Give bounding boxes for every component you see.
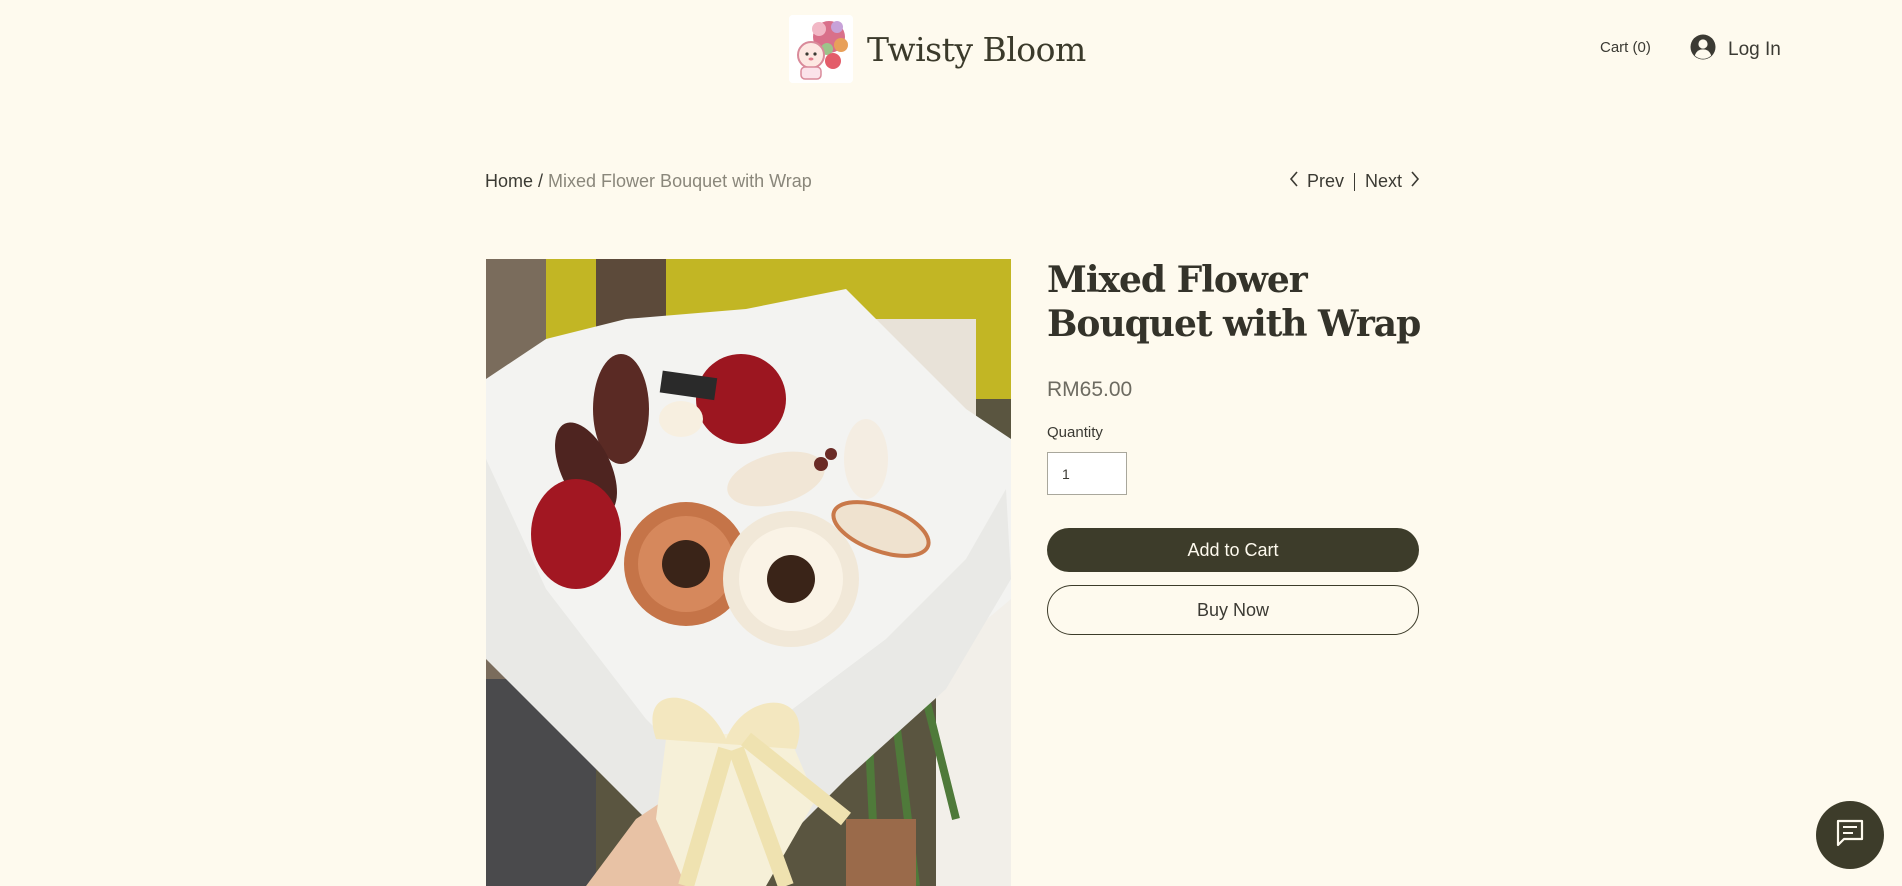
buy-now-button[interactable]: Buy Now [1047,585,1419,635]
next-label: Next [1364,171,1402,191]
product-title: Mixed Flower Bouquet with Wrap [1047,259,1421,345]
chat-button[interactable] [1816,801,1884,869]
product-pager: Prev Next [1289,171,1420,192]
product-image[interactable] [486,259,1011,886]
chevron-right-icon [1410,171,1420,192]
account-circle-icon [1690,34,1716,65]
breadcrumb-home-link[interactable]: Home [485,171,533,191]
chat-icon [1834,817,1866,854]
quantity-label: Quantity [1047,424,1103,441]
login-label: Log In [1728,38,1781,60]
breadcrumb-current: Mixed Flower Bouquet with Wrap [548,171,812,191]
quantity-input[interactable] [1047,452,1127,495]
prev-label: Prev [1306,171,1344,191]
breadcrumb-separator: / [533,171,549,191]
logo-image [789,15,853,83]
login-button[interactable]: Log In [1690,34,1781,65]
cart-link[interactable]: Cart (0) [1600,39,1651,56]
site-header: Twisty Bloom Cart (0) Log In [0,0,1902,100]
add-to-cart-button[interactable]: Add to Cart [1047,528,1419,572]
breadcrumb: Home / Mixed Flower Bouquet with Wrap [485,171,812,192]
prev-button[interactable]: Prev [1289,171,1344,192]
site-logo-link[interactable]: Twisty Bloom [789,14,1086,84]
product-price: RM65.00 [1047,378,1133,401]
next-button[interactable]: Next [1365,171,1420,192]
brand-name: Twisty Bloom [867,29,1086,69]
pager-divider [1353,172,1355,191]
chevron-left-icon [1289,171,1299,192]
